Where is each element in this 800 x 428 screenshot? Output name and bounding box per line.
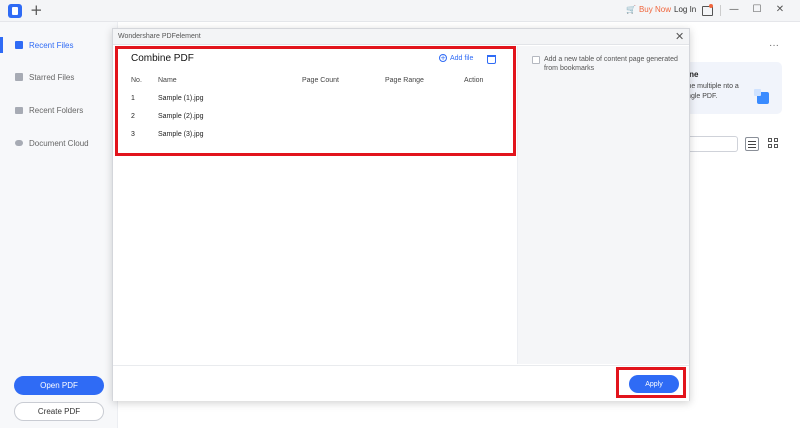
- dialog-header: Wondershare PDFelement ✕: [113, 29, 689, 45]
- close-window-button[interactable]: ✕: [773, 3, 787, 17]
- options-panel: Add a new table of content page generate…: [517, 46, 689, 364]
- cloud-icon: [15, 140, 23, 146]
- bookmark-toc-checkbox[interactable]: [532, 56, 540, 64]
- star-icon: [15, 73, 23, 81]
- app-logo-icon: [8, 4, 22, 18]
- dialog-title: Wondershare PDFelement: [118, 33, 201, 40]
- message-icon[interactable]: [700, 3, 714, 17]
- buy-now-link[interactable]: 🛒 Buy Now: [626, 5, 671, 14]
- login-link[interactable]: Log In: [674, 5, 696, 14]
- combine-card-description: bine multiple nto a single PDF.: [682, 83, 739, 100]
- maximize-button[interactable]: ☐: [750, 3, 764, 17]
- combine-icon: [754, 89, 769, 104]
- grid-view-icon[interactable]: [768, 138, 778, 148]
- dialog-close-icon[interactable]: ✕: [675, 30, 684, 43]
- more-options-icon[interactable]: ···: [769, 40, 779, 51]
- sidebar-item-starred-files[interactable]: Starred Files: [0, 66, 118, 88]
- title-bar: + 🛒 Buy Now Log In — ☐ ✕: [0, 0, 800, 22]
- list-view-icon[interactable]: [745, 137, 759, 151]
- sidebar-item-label: Recent Files: [29, 40, 74, 50]
- create-pdf-button[interactable]: Create PDF: [14, 402, 104, 421]
- buy-now-label: Buy Now: [638, 5, 671, 14]
- sidebar-item-label: Recent Folders: [29, 105, 84, 115]
- sidebar: Recent Files Starred Files Recent Folder…: [0, 22, 118, 428]
- sidebar-item-label: Document Cloud: [29, 138, 89, 148]
- sidebar-item-recent-files[interactable]: Recent Files: [0, 34, 118, 56]
- dialog-footer: Apply: [113, 365, 689, 401]
- titlebar-divider: [720, 5, 721, 16]
- folder-icon: [15, 106, 23, 114]
- minimize-button[interactable]: —: [727, 3, 741, 17]
- new-tab-button[interactable]: +: [30, 1, 43, 19]
- open-pdf-button[interactable]: Open PDF: [14, 376, 104, 395]
- recent-files-icon: [15, 41, 23, 49]
- sidebar-item-label: Starred Files: [29, 72, 75, 82]
- sidebar-item-recent-folders[interactable]: Recent Folders: [0, 99, 118, 121]
- bookmark-toc-label: Add a new table of content page generate…: [544, 56, 678, 72]
- sidebar-item-document-cloud[interactable]: Document Cloud: [0, 132, 118, 154]
- highlight-file-list: [115, 46, 516, 156]
- cart-icon: 🛒: [626, 5, 636, 14]
- highlight-apply-button: [616, 367, 686, 398]
